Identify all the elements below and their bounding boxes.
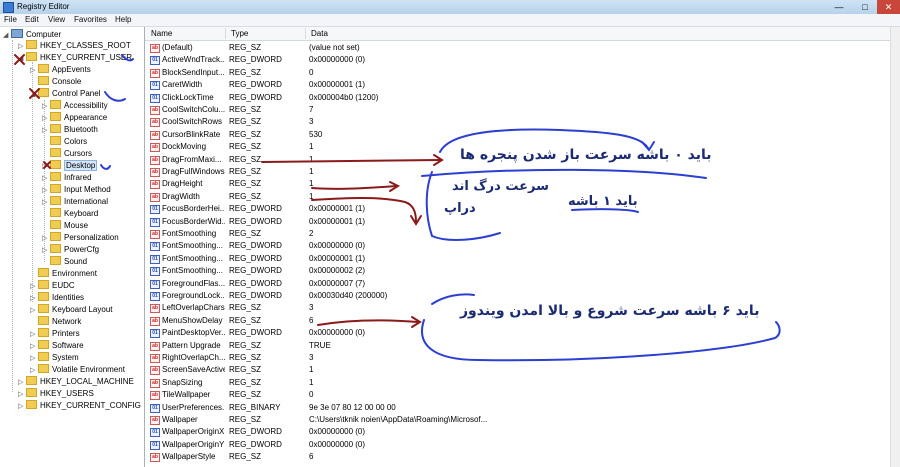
annotation-drag-from-maximize: باید ۰ باشه سرعت باز شدن پنجره ها <box>460 147 712 163</box>
blue-underline <box>421 168 707 179</box>
blue-bracket-curve <box>421 319 781 362</box>
blue-underline <box>571 208 639 213</box>
red-arrow-line <box>317 319 419 326</box>
annotation-should-be-1: باید ۱ باشه <box>568 194 638 209</box>
red-x-mark <box>29 88 40 99</box>
red-x-mark <box>43 161 51 169</box>
blue-check-mark <box>100 164 111 170</box>
red-arrow-line <box>261 159 441 163</box>
red-arrow-line <box>311 197 417 223</box>
annotation-menu-show-delay: باید ۶ باشه سرعت شروع و بالا امدن ویندوز <box>460 303 760 319</box>
annotation-layer <box>14 54 781 362</box>
blue-check-mark <box>121 54 134 62</box>
red-x-mark <box>14 54 25 65</box>
annotation-drag-and-drop-speed: سرعت درگ اند <box>452 179 549 194</box>
annotation-drag-and-drop-speed-line2: دراپ <box>444 201 476 216</box>
red-arrow-line <box>311 185 397 190</box>
blue-check-mark <box>104 91 126 102</box>
